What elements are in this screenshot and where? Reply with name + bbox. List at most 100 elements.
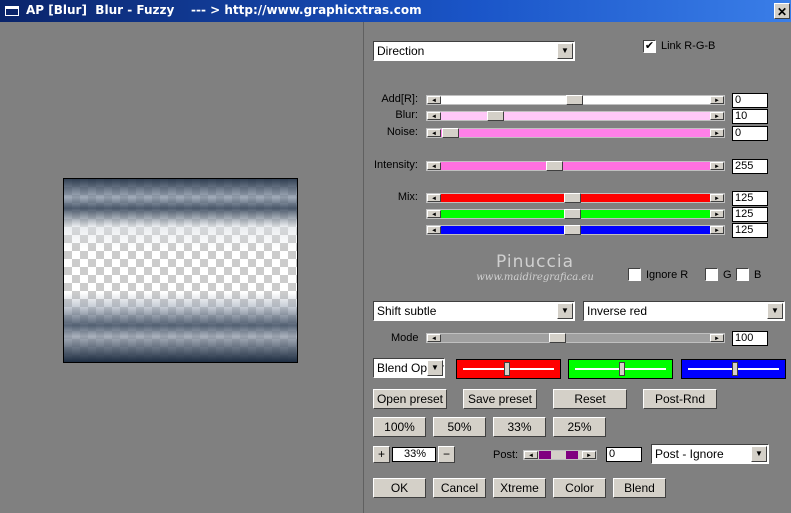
direction-select-value: Direction — [377, 44, 425, 58]
slider-label: Blur: — [395, 109, 418, 121]
ignore-r-checkbox[interactable] — [628, 268, 641, 281]
value-slider[interactable]: ◄ ► — [426, 111, 725, 121]
arrow-left-icon[interactable]: ◄ — [427, 194, 441, 202]
reset-button[interactable]: Reset — [553, 389, 627, 409]
zoom-in-button[interactable]: + — [373, 446, 390, 463]
zoom-50-button[interactable]: 50% — [433, 417, 486, 437]
arrow-right-icon[interactable]: ► — [710, 162, 724, 170]
post-select-value: Post - Ignore — [655, 447, 724, 461]
post-range-start[interactable] — [539, 451, 551, 459]
arrow-left-icon[interactable]: ◄ — [524, 451, 538, 459]
slider-thumb[interactable] — [563, 225, 581, 235]
arrow-right-icon[interactable]: ► — [710, 210, 724, 218]
color-button[interactable]: Color — [553, 478, 606, 498]
slider-value-field[interactable]: 125 — [732, 191, 768, 206]
chevron-down-icon[interactable]: ▼ — [427, 360, 443, 376]
blend-button[interactable]: Blend — [613, 478, 666, 498]
link-rgb-label: Link R-G-B — [661, 40, 716, 52]
b-label: B — [754, 269, 762, 281]
shift-select[interactable]: Shift subtle ▼ — [373, 301, 575, 321]
ok-button[interactable]: OK — [373, 478, 426, 498]
blue-channel-slider[interactable] — [681, 359, 786, 379]
slider-value-field[interactable]: 255 — [732, 159, 768, 174]
b-checkbox[interactable] — [736, 268, 749, 281]
close-button[interactable]: ✕ — [774, 3, 790, 19]
slider-label: Intensity: — [373, 159, 418, 171]
slider-value-field[interactable]: 125 — [732, 223, 768, 238]
zoom-out-button[interactable]: − — [438, 446, 455, 463]
slider-thumb[interactable] — [442, 128, 459, 138]
arrow-right-icon[interactable]: ► — [710, 129, 724, 137]
value-slider[interactable]: ◄ ► — [426, 209, 725, 219]
blend-options-select[interactable]: Blend Options ▼ — [373, 358, 445, 378]
post-select[interactable]: Post - Ignore ▼ — [651, 444, 769, 464]
direction-select[interactable]: Direction ▼ — [373, 41, 575, 61]
link-rgb-checkbox[interactable]: ✔ — [643, 40, 656, 53]
value-slider[interactable]: ◄ ► — [426, 225, 725, 235]
slider-thumb[interactable] — [486, 111, 504, 121]
arrow-right-icon[interactable]: ► — [710, 226, 724, 234]
watermark-url: www.maidiregrafica.eu — [476, 272, 594, 283]
arrow-left-icon[interactable]: ◄ — [427, 112, 441, 120]
chevron-down-icon[interactable]: ▼ — [557, 303, 573, 319]
zoom-value[interactable]: 33% — [392, 447, 436, 462]
inverse-select[interactable]: Inverse red ▼ — [583, 301, 785, 321]
zoom-25-button[interactable]: 25% — [553, 417, 606, 437]
arrow-left-icon[interactable]: ◄ — [427, 226, 441, 234]
slider-label: Noise: — [386, 126, 418, 138]
save-preset-button[interactable]: Save preset — [463, 389, 537, 409]
open-preset-button[interactable]: Open preset — [373, 389, 447, 409]
xtreme-button[interactable]: Xtreme — [493, 478, 546, 498]
arrow-left-icon[interactable]: ◄ — [427, 334, 441, 342]
green-slider-thumb[interactable] — [618, 362, 625, 376]
window-title: AP [Blur] Blur - Fuzzy --- > http://www.… — [26, 3, 422, 17]
cancel-button[interactable]: Cancel — [433, 478, 486, 498]
red-slider-thumb[interactable] — [503, 362, 510, 376]
post-slider[interactable]: ◄ ► — [523, 450, 597, 460]
slider-thumb[interactable] — [546, 161, 564, 171]
value-slider[interactable]: ◄ ► — [426, 193, 725, 203]
arrow-left-icon[interactable]: ◄ — [427, 129, 441, 137]
zoom-100-button[interactable]: 100% — [373, 417, 426, 437]
slider-value-field[interactable]: 125 — [732, 207, 768, 222]
arrow-right-icon[interactable]: ► — [710, 194, 724, 202]
inverse-select-value: Inverse red — [587, 304, 648, 318]
window-icon[interactable] — [5, 6, 19, 16]
slider-thumb[interactable] — [566, 95, 583, 105]
g-label: G — [723, 269, 732, 281]
value-slider[interactable]: ◄ ► — [426, 95, 725, 105]
green-channel-slider[interactable] — [568, 359, 673, 379]
chevron-down-icon[interactable]: ▼ — [557, 43, 573, 59]
arrow-right-icon[interactable]: ► — [710, 96, 724, 104]
post-value[interactable]: 0 — [606, 447, 642, 462]
slider-value-field[interactable]: 0 — [732, 93, 768, 108]
shift-select-value: Shift subtle — [377, 304, 437, 318]
mode-slider[interactable]: ◄ ► — [426, 333, 725, 343]
arrow-right-icon[interactable]: ► — [582, 451, 596, 459]
chevron-down-icon[interactable]: ▼ — [767, 303, 783, 319]
arrow-right-icon[interactable]: ► — [710, 112, 724, 120]
post-range-end[interactable] — [566, 451, 578, 459]
post-rnd-button[interactable]: Post-Rnd — [643, 389, 717, 409]
slider-value-field[interactable]: 0 — [732, 126, 768, 141]
mode-value[interactable]: 100 — [732, 331, 768, 346]
slider-value-field[interactable]: 10 — [732, 109, 768, 124]
slider-label: Add[R]: — [381, 93, 418, 105]
arrow-left-icon[interactable]: ◄ — [427, 162, 441, 170]
watermark: Pinuccia www.maidiregrafica.eu — [465, 252, 605, 283]
watermark-name: Pinuccia — [496, 252, 574, 272]
slider-thumb[interactable] — [563, 193, 581, 203]
red-channel-slider[interactable] — [456, 359, 561, 379]
g-checkbox[interactable] — [705, 268, 718, 281]
arrow-left-icon[interactable]: ◄ — [427, 210, 441, 218]
arrow-left-icon[interactable]: ◄ — [427, 96, 441, 104]
value-slider[interactable]: ◄ ► — [426, 161, 725, 171]
arrow-right-icon[interactable]: ► — [710, 334, 724, 342]
zoom-33-button[interactable]: 33% — [493, 417, 546, 437]
ignore-r-label: Ignore R — [646, 269, 689, 281]
slider-thumb[interactable] — [563, 209, 581, 219]
value-slider[interactable]: ◄ ► — [426, 128, 725, 138]
chevron-down-icon[interactable]: ▼ — [751, 446, 767, 462]
blue-slider-thumb[interactable] — [731, 362, 738, 376]
mode-slider-thumb[interactable] — [548, 333, 566, 343]
